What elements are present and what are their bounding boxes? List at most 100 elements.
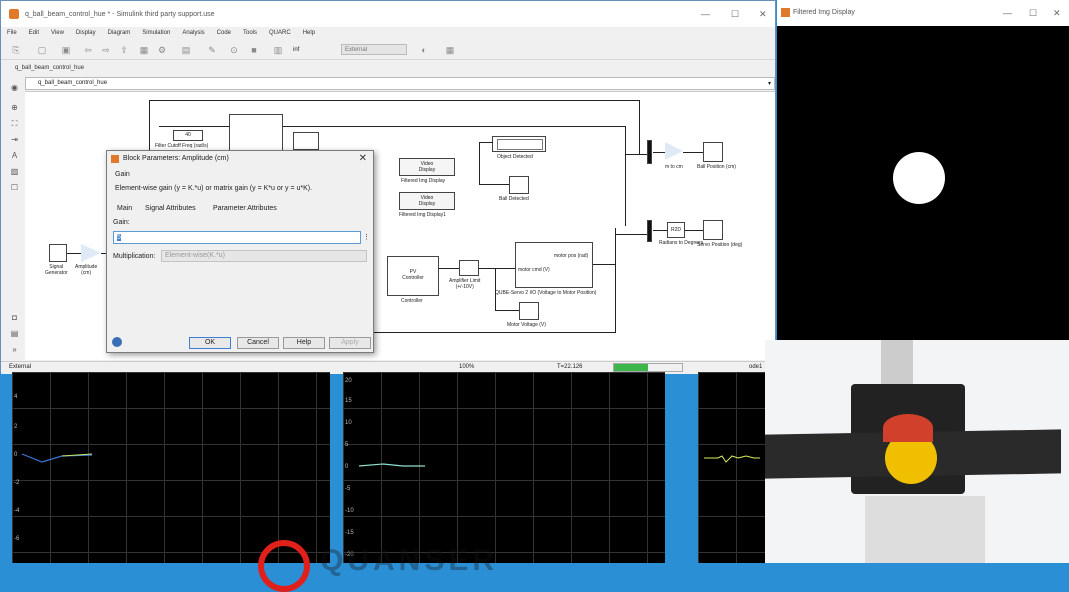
gain-more-icon[interactable]: ⋮ <box>363 233 370 241</box>
amplitude-label: Amplitude (cm) <box>75 264 98 276</box>
diagnostics-icon[interactable]: ◐ <box>419 45 429 55</box>
stop-time-field[interactable]: inf <box>293 47 299 53</box>
status-solver: ode1 <box>749 364 763 370</box>
signal-line <box>479 184 509 185</box>
build-icon[interactable]: ▥ <box>273 45 283 55</box>
up-icon[interactable]: ⇧ <box>119 45 129 55</box>
menu-tools[interactable]: Tools <box>237 27 263 39</box>
ball-position-scope[interactable] <box>703 142 723 162</box>
simulation-mode-value: External <box>345 47 368 53</box>
save-icon[interactable]: ▣ <box>61 45 71 55</box>
simulation-mode-select[interactable]: External <box>341 44 407 55</box>
pv-controller-block[interactable]: PV Controller <box>387 256 439 296</box>
help-button[interactable]: Help <box>283 337 325 349</box>
help-circle-icon[interactable] <box>112 337 122 347</box>
ball-detected-scope[interactable] <box>509 176 529 194</box>
area-icon[interactable]: ☐ <box>10 183 19 192</box>
library-icon[interactable]: ▦ <box>139 45 149 55</box>
address-dropdown-icon[interactable]: ▾ <box>768 80 771 87</box>
simulink-titlebar: q_ball_beam_control_hue * - Simulink thi… <box>1 1 775 27</box>
video-display-block-1[interactable]: Video Display <box>399 192 455 210</box>
minimize-icon[interactable]: — <box>701 9 710 19</box>
menu-diagram[interactable]: Diagram <box>102 27 137 39</box>
menu-file[interactable]: File <box>1 27 23 39</box>
tab-main[interactable]: Main <box>117 205 132 212</box>
motor-cmd-port: motor cmd (V) <box>518 267 550 273</box>
fit-view-icon[interactable]: ⛶ <box>10 119 19 128</box>
image-close-icon[interactable]: ✕ <box>1053 8 1061 19</box>
pv-controller-text: PV Controller <box>402 269 424 281</box>
cancel-button[interactable]: Cancel <box>237 337 279 349</box>
camera-icon[interactable]: ◘ <box>10 313 19 322</box>
object-detected-label: Object Detected <box>497 154 533 160</box>
menu-quarc[interactable]: QUARC <box>263 27 297 39</box>
multiplication-select[interactable]: Element-wise(K.*u) <box>161 250 367 262</box>
layout-icon[interactable]: ▦ <box>445 45 455 55</box>
display-screen <box>497 139 543 150</box>
settings-icon[interactable]: ⚙ <box>157 45 167 55</box>
arrow-icon[interactable]: ⇥ <box>10 135 19 144</box>
gain-input-value: 5 <box>117 234 121 241</box>
amplitude-gain-block[interactable] <box>81 244 101 262</box>
tab-parameter-attributes[interactable]: Parameter Attributes <box>213 205 277 212</box>
image-minimize-icon[interactable]: — <box>1003 8 1012 18</box>
zoom-in-icon[interactable]: ⊕ <box>10 103 19 112</box>
video-display-block[interactable]: Video Display <box>399 158 455 176</box>
grid-icon[interactable]: ▤ <box>181 45 191 55</box>
open-icon[interactable]: ▢ <box>37 45 47 55</box>
signal-line <box>149 100 639 101</box>
menu-analysis[interactable]: Analysis <box>176 27 210 39</box>
menu-edit[interactable]: Edit <box>23 27 45 39</box>
filter-constant-block[interactable]: 40 <box>173 130 203 141</box>
signal-line <box>495 268 496 310</box>
signal-line <box>615 228 616 333</box>
gain-input[interactable]: 5 <box>113 231 361 244</box>
new-model-icon[interactable]: ⎘ <box>11 45 21 55</box>
dialog-close-icon[interactable]: ✕ <box>359 153 367 164</box>
maximize-icon[interactable]: ☐ <box>731 9 739 20</box>
image-maximize-icon[interactable]: ☐ <box>1029 8 1037 19</box>
mux-block-2 <box>647 220 652 242</box>
dialog-title: Block Parameters: Amplitude (cm) <box>123 155 229 162</box>
base-stand <box>865 496 985 563</box>
object-detected-display[interactable] <box>492 136 546 152</box>
address-bar[interactable]: q_ball_beam_control_hue ▾ <box>25 77 775 90</box>
signal-line <box>625 126 626 226</box>
menu-help[interactable]: Help <box>297 27 321 39</box>
image-process-block[interactable] <box>293 132 319 150</box>
signal-line <box>593 264 615 265</box>
servo-position-scope[interactable] <box>703 220 723 240</box>
m-to-cm-label: m to cm <box>665 164 683 170</box>
property-icon[interactable]: ▤ <box>10 329 19 338</box>
menu-code[interactable]: Code <box>211 27 237 39</box>
tab-signal-attributes[interactable]: Signal Attributes <box>145 205 196 212</box>
annotation-icon[interactable]: A <box>10 151 19 160</box>
model-breadcrumb[interactable]: q_ball_beam_control_hue <box>15 65 84 71</box>
stop-icon[interactable]: ■ <box>249 45 259 55</box>
expand-icon[interactable]: » <box>10 345 19 354</box>
filtered-img-display1-label: Filtered Img Display1 <box>399 212 446 218</box>
connect-icon[interactable]: ✎ <box>207 45 217 55</box>
apply-button[interactable]: Apply <box>329 337 371 349</box>
mux-block <box>647 140 652 164</box>
signal-generator-label: Signal Generator <box>45 264 68 276</box>
forward-icon[interactable]: ⇨ <box>101 45 111 55</box>
amplifier-limit-block[interactable] <box>459 260 479 276</box>
signal-generator-block[interactable] <box>49 244 67 262</box>
run-icon[interactable]: ⊙ <box>229 45 239 55</box>
menu-view[interactable]: View <box>45 27 70 39</box>
signal-line <box>653 152 665 153</box>
back-icon[interactable]: ⇦ <box>83 45 93 55</box>
image-icon[interactable]: ▨ <box>10 167 19 176</box>
ball-detected-label: Ball Detected <box>499 196 529 202</box>
address-path: q_ball_beam_control_hue <box>38 80 108 86</box>
hide-browser-icon[interactable]: ◉ <box>10 83 19 92</box>
ok-button[interactable]: OK <box>189 337 231 349</box>
r2d-block[interactable]: R2D <box>667 222 685 238</box>
m-to-cm-gain[interactable] <box>665 142 683 160</box>
close-icon[interactable]: ✕ <box>759 9 767 20</box>
menu-display[interactable]: Display <box>70 27 102 39</box>
motor-voltage-scope[interactable] <box>519 302 539 320</box>
qube-servo-block[interactable]: motor cmd (V) motor pos (rad) <box>515 242 593 288</box>
menu-simulation[interactable]: Simulation <box>136 27 176 39</box>
